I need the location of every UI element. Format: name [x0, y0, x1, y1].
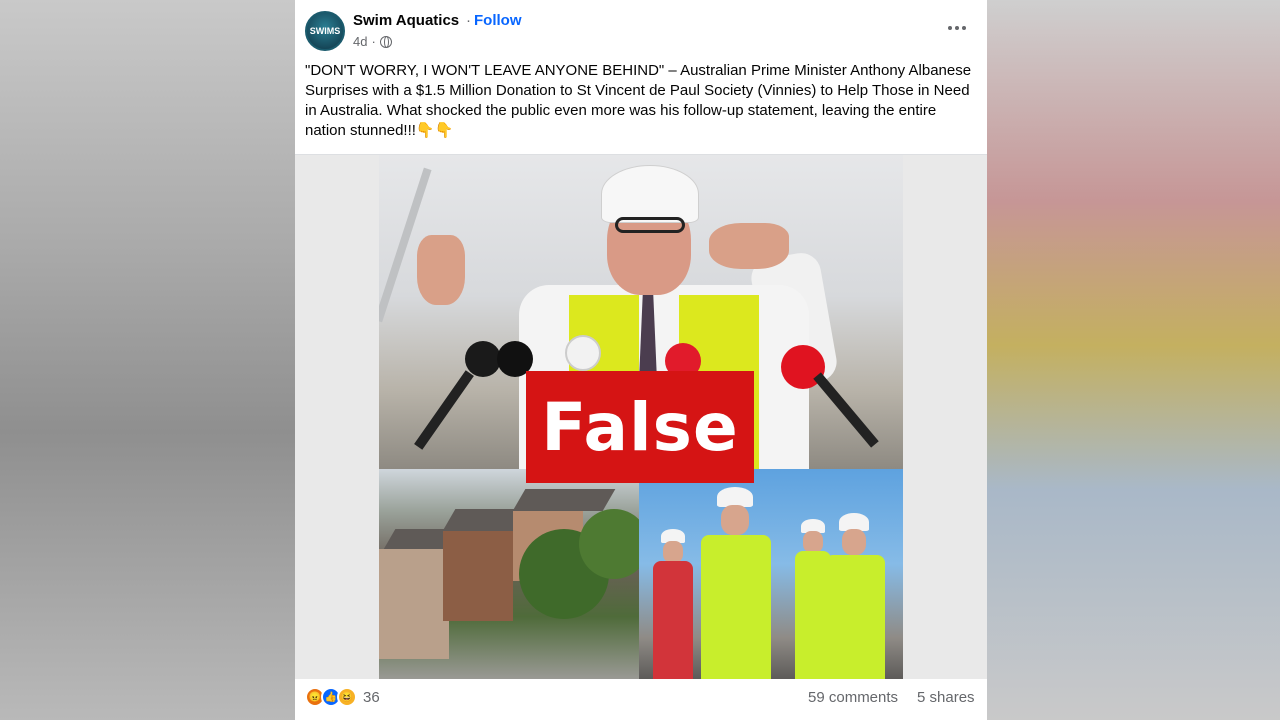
photo-glasses [615, 217, 685, 233]
microphone-shape [565, 335, 601, 371]
comments-count[interactable]: 59 comments [808, 689, 898, 706]
separator-dot: · [371, 34, 376, 49]
roof-shape [512, 489, 616, 511]
post-header: SWIMS Swim Aquatics · Follow 4d · [295, 0, 987, 58]
reaction-count[interactable]: 36 [363, 689, 380, 706]
more-options-icon[interactable] [943, 14, 971, 42]
shares-count[interactable]: 5 shares [917, 689, 975, 706]
fact-check-false-label: False [526, 371, 754, 483]
header-separator: · [466, 12, 471, 29]
page-name[interactable]: Swim Aquatics [353, 12, 459, 29]
follow-button[interactable]: Follow [474, 12, 522, 29]
photo-helmet [601, 165, 699, 223]
background-right [987, 0, 1280, 720]
background-left [0, 0, 295, 720]
workers-photo[interactable] [639, 469, 903, 680]
page-avatar[interactable]: SWIMS [305, 11, 345, 51]
post-text: "DON'T WORRY, I WON'T LEAVE ANYONE BEHIN… [305, 62, 972, 139]
reactions-summary[interactable]: 😠 👍 😆 36 [305, 687, 380, 707]
wall-shape [443, 531, 513, 621]
post-media[interactable]: False [295, 154, 987, 680]
post-time[interactable]: 4d [353, 34, 367, 49]
houses-photo[interactable] [379, 469, 639, 680]
photo-hand-left [417, 235, 465, 305]
photo-hand-right [709, 223, 789, 269]
avatar-text: SWIMS [309, 26, 341, 36]
mic-handle [414, 370, 474, 450]
post-meta: 4d · [353, 34, 392, 49]
mic-handle [813, 372, 879, 448]
wall-shape [379, 549, 449, 659]
globe-icon [379, 35, 392, 48]
microphone-shape [465, 341, 501, 377]
haha-icon: 😆 [337, 687, 357, 707]
post-footer: 😠 👍 😆 36 59 comments 5 shares [295, 679, 987, 720]
facebook-post-card: SWIMS Swim Aquatics · Follow 4d · "DON'T… [295, 0, 987, 720]
